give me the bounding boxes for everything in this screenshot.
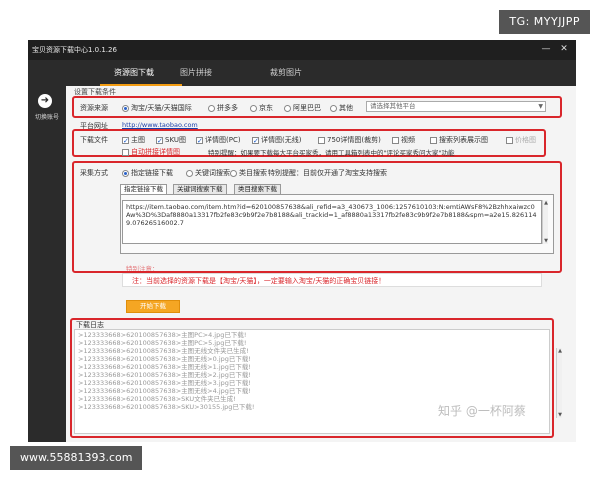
- scroll-up-icon[interactable]: ▲: [557, 348, 563, 354]
- watermark-zhihu: 知乎 @一杯阿蔡: [438, 404, 526, 418]
- link-textarea-scrollbar[interactable]: ▲ ▼: [542, 200, 548, 244]
- checkbox-icon: [156, 136, 163, 144]
- screenshot-canvas: TG: MYYJJPP 宝贝资源下载中心1.0.1.26 — ✕ 资源图下载 图…: [0, 0, 600, 480]
- watermark-url: www.55881393.com: [10, 446, 143, 470]
- switch-account-button[interactable]: 切换账号: [28, 112, 66, 121]
- scroll-up-icon[interactable]: ▲: [543, 200, 549, 206]
- source-option-other[interactable]: 其他: [330, 103, 353, 113]
- other-platform-select[interactable]: 请选择其他平台 ▼: [366, 101, 546, 112]
- checkbox-icon: [430, 136, 437, 144]
- radio-icon: [230, 169, 237, 177]
- platform-url-link[interactable]: http://www.taobao.com: [122, 121, 198, 129]
- main-tabbar: 资源图下载 图片拼接 裁剪图片: [28, 60, 576, 86]
- file-option-main[interactable]: 主图: [122, 135, 145, 145]
- auto-concat-option[interactable]: 自动拼接详情图: [122, 147, 180, 157]
- radio-icon: [122, 104, 129, 112]
- file-option-detail-pc[interactable]: 详情图(PC): [196, 135, 241, 145]
- log-line: >123333668>620100857638>主图无线>1.jpg已下载!: [78, 363, 251, 371]
- tab-crop-image[interactable]: 裁剪图片: [270, 67, 302, 78]
- file-option-search-list[interactable]: 搜索列表展示图: [430, 135, 488, 145]
- window-title: 宝贝资源下载中心1.0.1.26: [32, 46, 117, 54]
- source-option-pdd[interactable]: 拼多多: [208, 103, 238, 113]
- close-button[interactable]: ✕: [558, 43, 570, 55]
- minimize-button[interactable]: —: [540, 43, 552, 55]
- start-download-button[interactable]: 开始下载: [126, 300, 180, 313]
- window-titlebar: 宝贝资源下载中心1.0.1.26 — ✕: [28, 40, 576, 60]
- scroll-down-icon[interactable]: ▼: [557, 412, 563, 418]
- main-content: 设置下载条件 资源来源 淘宝/天猫/天猫国际 拼多多 京东 阿里巴巴 其他 请选…: [66, 86, 576, 442]
- checkbox-icon: [122, 148, 129, 156]
- file-option-detail-mobile[interactable]: 详情图(无线): [252, 135, 301, 145]
- file-option-750[interactable]: 750详情图(裁剪): [318, 135, 381, 145]
- sidebar: ➜ 切换账号: [28, 86, 66, 442]
- radio-icon: [208, 104, 215, 112]
- log-scrollbar[interactable]: ▲ ▼: [556, 348, 562, 418]
- file-option-sku[interactable]: SKU图: [156, 135, 186, 145]
- file-option-price[interactable]: 价格图: [506, 135, 536, 145]
- source-option-jd[interactable]: 京东: [250, 103, 273, 113]
- collect-option-category[interactable]: 类目搜索: [230, 168, 267, 178]
- arrow-right-icon[interactable]: ➜: [38, 94, 52, 108]
- tab-resource-download[interactable]: 资源图下载: [114, 67, 154, 78]
- link-textarea[interactable]: https://item.taobao.com/item.htm?id=6201…: [122, 200, 542, 244]
- collect-label: 采集方式: [80, 169, 108, 177]
- radio-icon: [284, 104, 291, 112]
- warning-title: 特别注意：: [126, 265, 159, 273]
- checkbox-icon: [318, 136, 325, 144]
- radio-icon: [250, 104, 257, 112]
- collect-option-keyword[interactable]: 关键词搜索: [186, 168, 230, 178]
- chevron-down-icon: ▼: [538, 103, 543, 110]
- source-option-alibaba[interactable]: 阿里巴巴: [284, 103, 321, 113]
- collect-note: 特别提醒：目前仅开通了淘宝支持搜索: [268, 169, 387, 177]
- warning-text: 注：当前选择的资源下载是【淘宝/天猫】，一定要输入淘宝/天猫的正确宝贝链接！: [132, 277, 386, 285]
- files-label: 下载文件: [80, 136, 108, 144]
- log-line: >123333668>620100857638>主图无线>2.jpg已下载!: [78, 371, 251, 379]
- radio-icon: [122, 169, 129, 177]
- source-label: 资源来源: [80, 104, 108, 112]
- tab-image-stitch[interactable]: 图片拼接: [180, 67, 212, 78]
- log-line: >123333668>620100857638>主图无线>4.jpg已下载!: [78, 387, 251, 395]
- file-option-video[interactable]: 视频: [392, 135, 415, 145]
- checkbox-icon: [392, 136, 399, 144]
- checkbox-icon: [196, 136, 203, 144]
- log-line: >123333668>620100857638>主图无线文件夹已生成!: [78, 347, 249, 355]
- collect-option-link[interactable]: 指定链接下载: [122, 168, 173, 178]
- checkbox-icon: [252, 136, 259, 144]
- radio-icon: [186, 169, 193, 177]
- source-option-taobao[interactable]: 淘宝/天猫/天猫国际: [122, 103, 192, 113]
- checkbox-icon: [506, 136, 513, 144]
- radio-icon: [330, 104, 337, 112]
- watermark-tg: TG: MYYJJPP: [499, 10, 590, 34]
- scroll-down-icon[interactable]: ▼: [543, 238, 549, 244]
- log-line: >123333668>620100857638>主图PC>5.jpg已下载!: [78, 339, 247, 347]
- log-line: >123333668>620100857638>主图无线>0.jpg已下载!: [78, 355, 251, 363]
- log-line: >123333668>620100857638>主图PC>4.jpg已下载!: [78, 331, 247, 339]
- files-note: 特别提醒：如果要下载每大平台买家秀，请用工具箱列表中的"评论买家秀问大家"功能: [208, 149, 455, 157]
- log-line: >123333668>620100857638>主图无线>3.jpg已下载!: [78, 379, 251, 387]
- checkbox-icon: [122, 136, 129, 144]
